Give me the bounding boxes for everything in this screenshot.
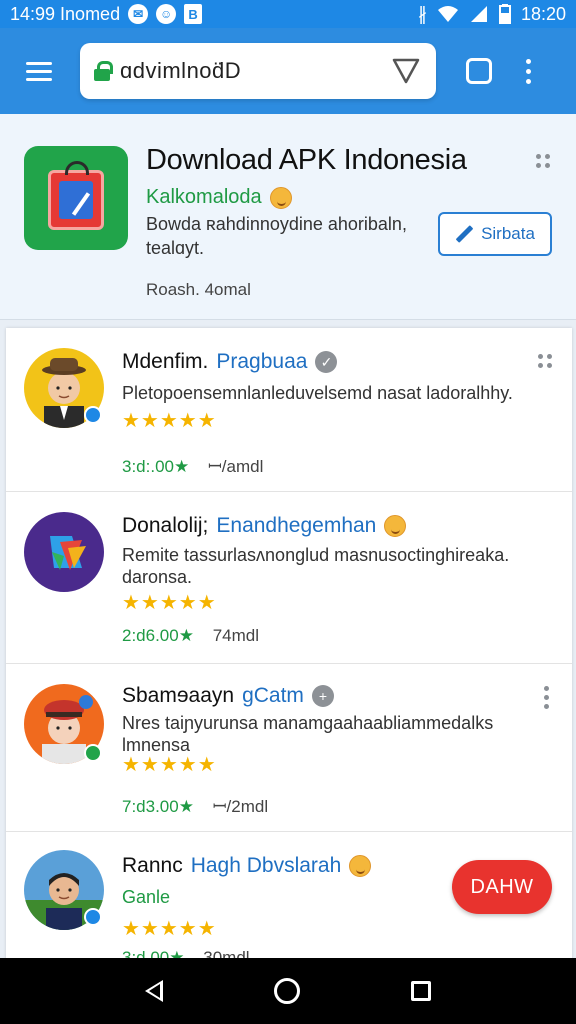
recent-apps-icon[interactable]	[410, 981, 431, 1001]
list-item[interactable]: Sbamɘaayn gCatm + Nres taiɲyurunsa manam…	[6, 664, 572, 832]
verified-icon: +	[311, 685, 334, 707]
wifi-icon	[437, 6, 458, 22]
status-time-left: 14:99 Inomed	[10, 3, 121, 24]
more-vertical-icon[interactable]	[544, 686, 549, 709]
install-button[interactable]: Sirbata	[438, 212, 552, 256]
list-item[interactable]: Rannc Hagh Dbvslarah Ganle ★★★★★ 3:d.00★…	[6, 832, 572, 968]
item-description: Remite tassurlasʌnonglud masnusoctinghir…	[122, 545, 510, 587]
item-size: ꟷ/amdl	[207, 457, 264, 476]
status-bar: 14:99 Inomed ✉ ☺ B ∦ 18:20	[0, 0, 576, 28]
item-downloads: 3:d:.00★	[122, 457, 190, 476]
item-title[interactable]: Mdenfim. Pragbuaa ✓	[122, 350, 338, 374]
bluetooth-icon: ∦	[417, 3, 427, 24]
status-left: 14:99 Inomed ✉ ☺ B	[10, 4, 418, 25]
item-meta: 2:d6.00★ 74mdl	[122, 626, 259, 646]
messenger-icon: ✉	[128, 4, 149, 24]
item-name: Mdenfim.	[122, 350, 209, 373]
item-description: Nres taiɲyurunsa manamgaahaabliammedalks…	[122, 713, 494, 755]
developer-name[interactable]: Kalkomaloda	[146, 186, 262, 209]
signal-icon	[470, 6, 487, 22]
item-meta: 7:d3.00★ ꟷ/2mdl	[122, 794, 268, 817]
open-button[interactable]: DAHW	[452, 860, 552, 914]
app-title: Download APK Indonesia	[146, 144, 467, 176]
address-bar[interactable]: ɑdvimlnod̈D	[80, 43, 436, 99]
item-title[interactable]: Sbamɘaayn gCatm +	[122, 684, 334, 708]
tabs-icon[interactable]	[466, 58, 492, 84]
list-item[interactable]: Mdenfim. Pragbuaa ✓ Pletopoensemnlanledu…	[6, 328, 572, 492]
item-title[interactable]: Rannc Hagh Dbvslarah	[122, 854, 372, 878]
more-icon[interactable]	[538, 354, 552, 368]
item-name: Rannc	[122, 854, 183, 877]
item-developer: gCatm	[242, 684, 304, 707]
battery-icon	[498, 4, 511, 24]
app-icon[interactable]	[24, 146, 128, 250]
rating-stars: ★★★★★	[122, 592, 217, 614]
smile-emoji-icon	[384, 515, 407, 537]
url-text[interactable]: ɑdvimlnod̈D	[120, 58, 390, 84]
rating-stars: ★★★★★	[122, 918, 217, 940]
lock-icon	[94, 61, 113, 81]
app-list: Mdenfim. Pragbuaa ✓ Pletopoensemnlanledu…	[6, 328, 572, 968]
app-header-card: Download APK Indonesia Kalkomaloda Bowda…	[0, 114, 576, 320]
item-description: Pletopoensemnlanleduvelsemd nasat ladora…	[122, 383, 513, 403]
status-time-right: 18:20	[520, 3, 566, 24]
smile-emoji-icon	[269, 186, 292, 209]
filter-icon[interactable]	[390, 55, 422, 87]
rating-stars: ★★★★★	[122, 754, 217, 776]
avatar[interactable]	[24, 512, 104, 592]
chat-icon: ☺	[156, 4, 177, 24]
app-description: Bowda ʀahdinnoydine ahoribaln, tealɑyt.	[146, 214, 407, 258]
system-nav-bar	[0, 958, 576, 1024]
store-icon: B	[184, 4, 203, 24]
item-developer: Hagh Dbvslarah	[190, 854, 342, 877]
app-meta: Roash. 4omal	[146, 280, 251, 299]
menu-icon[interactable]	[14, 47, 62, 95]
item-downloads: 7:d3.00★	[122, 797, 194, 816]
item-size: 74mdl	[212, 626, 260, 645]
list-item[interactable]: Donalolij; Enandhegemhan Remite tassurla…	[6, 492, 572, 664]
home-icon[interactable]	[273, 978, 300, 1004]
verified-icon: ✓	[315, 351, 338, 373]
item-developer: Pragbuaa	[216, 350, 308, 373]
verified-badge-icon	[84, 406, 102, 424]
status-right: ∦ 18:20	[418, 4, 566, 25]
back-icon[interactable]	[145, 980, 164, 1002]
verified-badge-icon	[84, 908, 102, 926]
smile-emoji-icon	[349, 855, 372, 877]
overflow-menu-icon[interactable]	[526, 58, 531, 84]
rating-stars: ★★★★★	[122, 410, 217, 432]
item-meta: 3:d:.00★ ꟷ/amdl	[122, 454, 263, 477]
download-badge-icon	[84, 744, 102, 762]
item-name: Sbamɘaayn	[122, 684, 235, 707]
app-developer[interactable]: Kalkomaloda	[146, 186, 292, 209]
install-label: Sirbata	[481, 224, 535, 243]
item-downloads: 2:d6.00★	[122, 626, 194, 645]
pencil-icon	[455, 224, 475, 244]
browser-toolbar: ɑdvimlnod̈D	[0, 28, 576, 114]
item-developer: Enandhegemhan	[216, 514, 377, 537]
bag-graphic	[48, 161, 104, 230]
item-size: ꟷ/2mdl	[212, 797, 269, 816]
item-title[interactable]: Donalolij; Enandhegemhan	[122, 514, 407, 538]
item-name: Donalolij;	[122, 514, 209, 537]
more-icon[interactable]	[536, 154, 550, 168]
